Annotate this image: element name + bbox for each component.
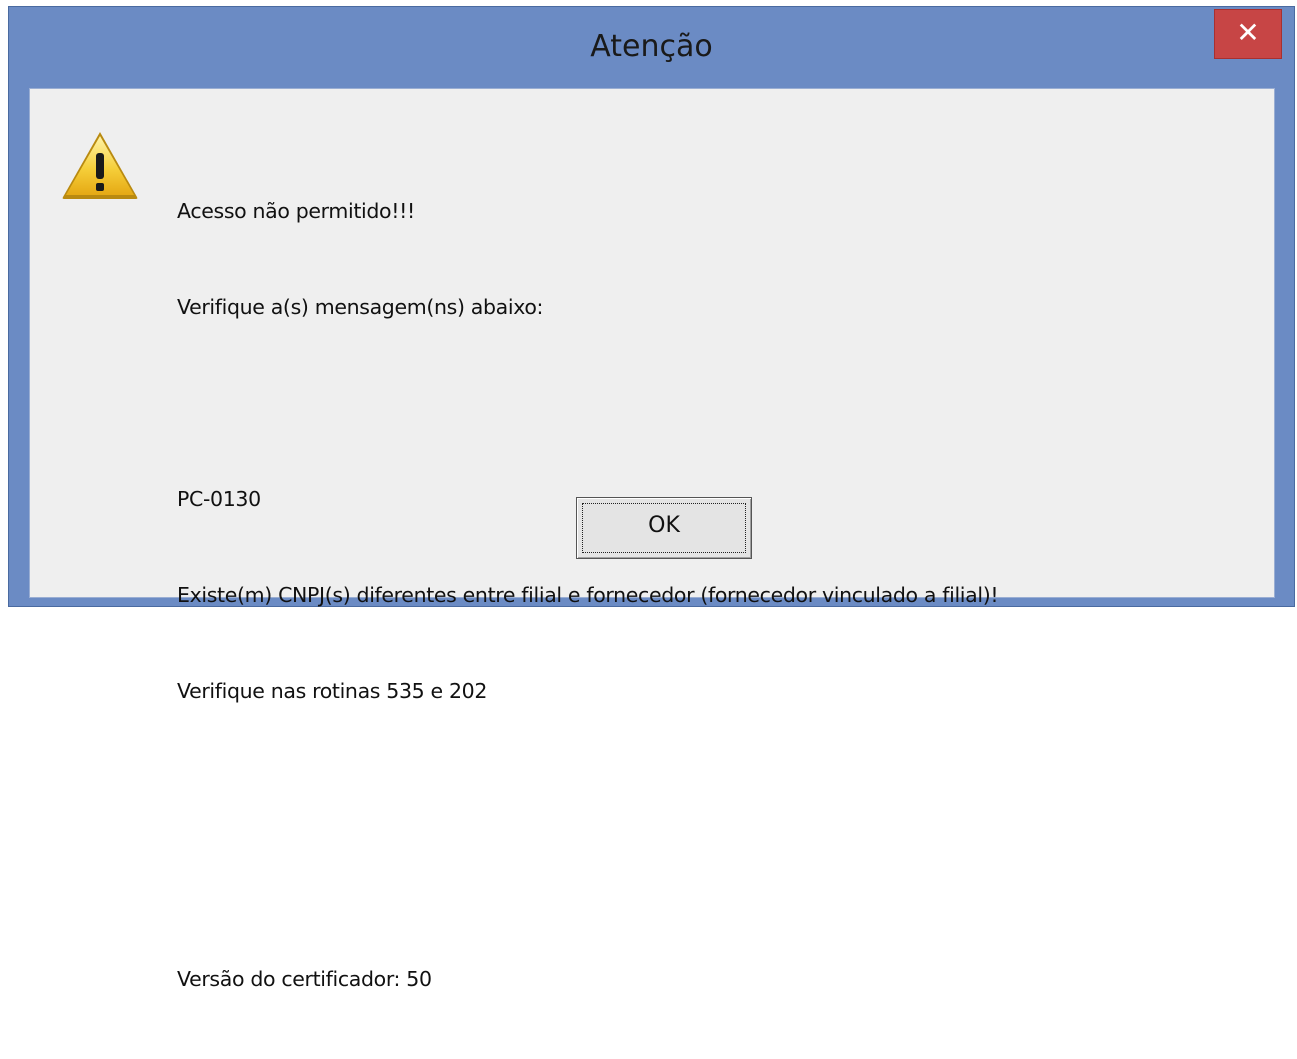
close-button[interactable]: ✕ [1214,9,1282,59]
message-line: Verifique nas rotinas 535 e 202 [177,679,488,703]
dialog-window: Atenção ✕ Acesso não permitido!!! Verifi… [8,6,1295,991]
dialog-body: Acesso não permitido!!! Verifique a(s) m… [29,88,1275,991]
message-line: Acesso não permitido!!! [177,199,415,223]
ok-button-label: OK [648,513,680,538]
message-line: Verifique a(s) mensagem(ns) abaixo: [177,295,544,319]
message-line [177,387,998,419]
message-text: Acesso não permitido!!! Verifique a(s) m… [177,131,999,1059]
message-line [177,867,998,899]
message-line: Existe(m) CNPJ(s) diferentes entre filia… [177,583,999,607]
warning-icon [62,132,138,199]
message-line [177,771,998,803]
dialog-title: Atenção [590,29,713,64]
message-line: Versão do certificador: 50 [177,967,432,991]
close-icon: ✕ [1236,16,1260,49]
title-bar[interactable]: Atenção ✕ [9,7,1294,87]
ok-button[interactable]: OK [576,497,752,559]
